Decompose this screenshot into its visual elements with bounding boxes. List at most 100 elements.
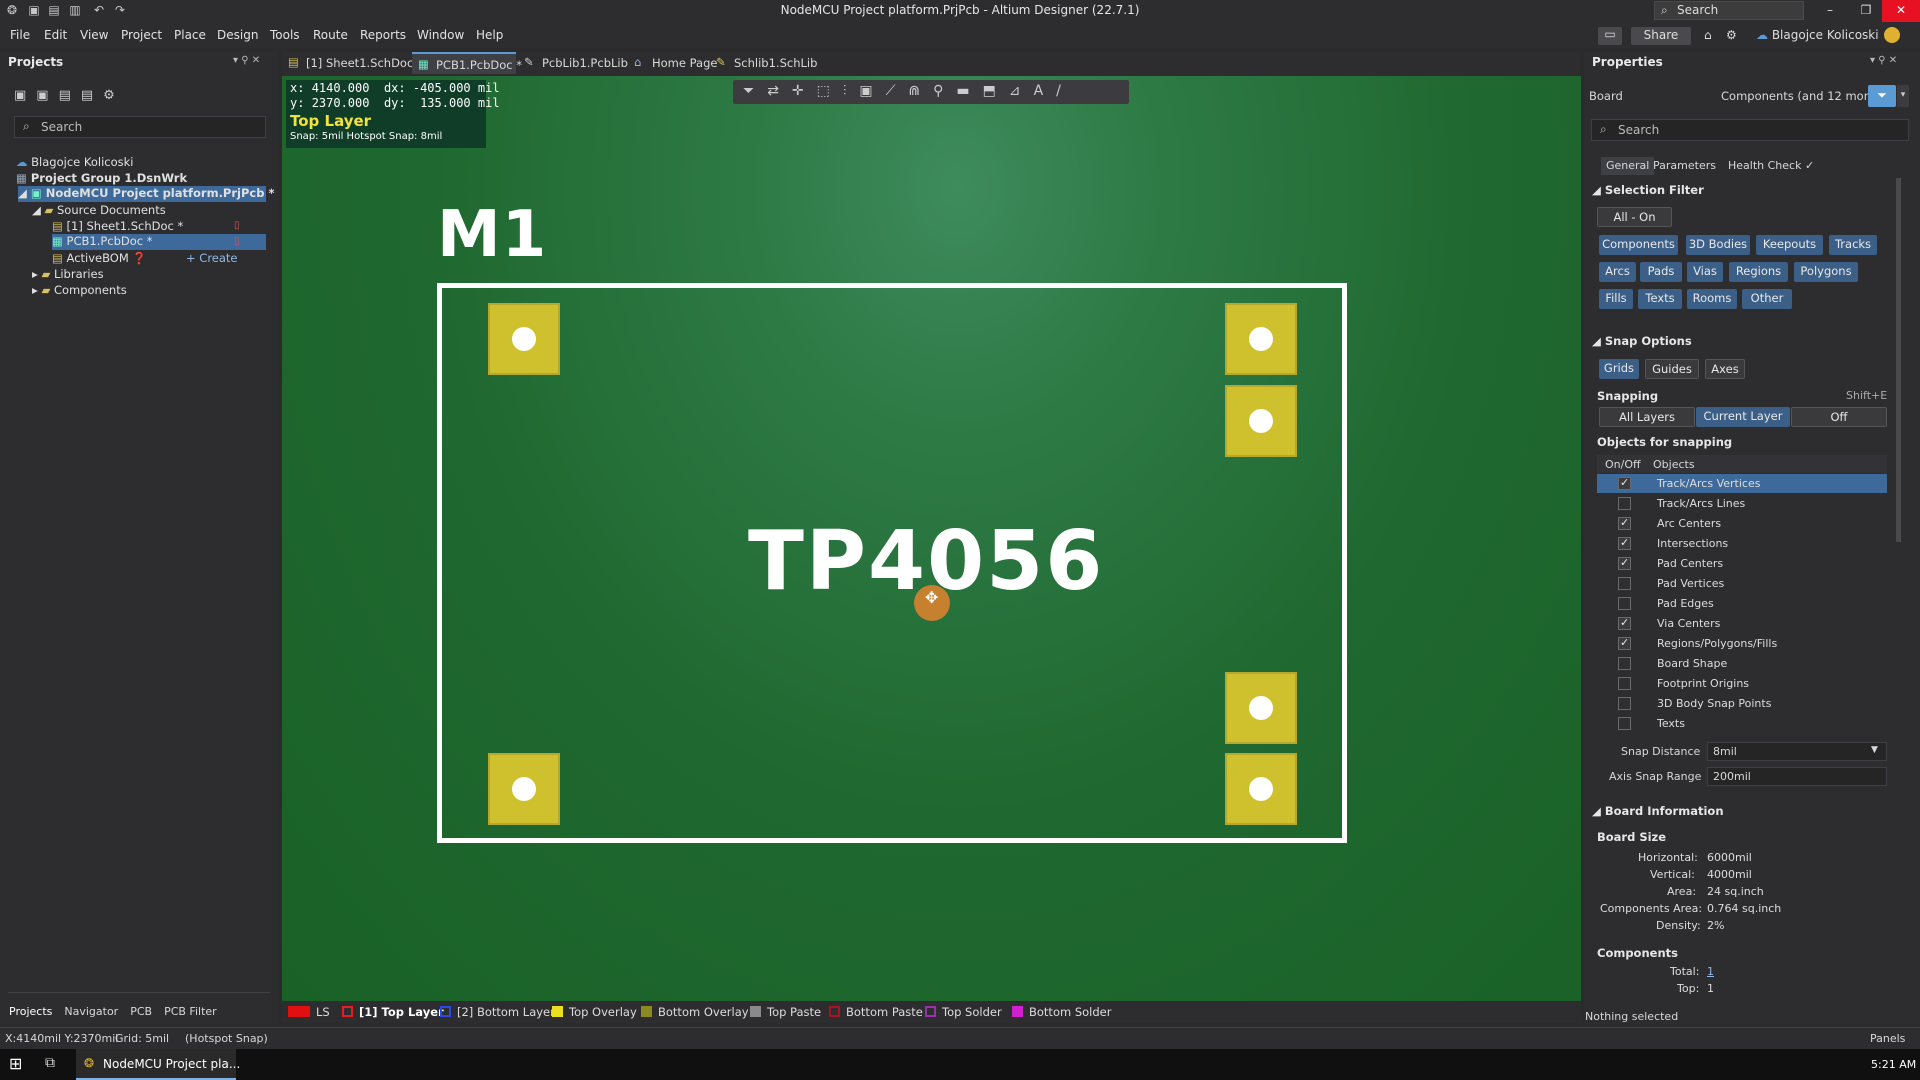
pcb-canvas[interactable]: x: 4140.000 dx: -405.000 mil y: 2370.000…: [282, 76, 1581, 1001]
layer-bottom[interactable]: [2] Bottom Layer: [440, 1005, 555, 1021]
snap-grids-button[interactable]: Grids: [1599, 359, 1639, 379]
snap-checkbox[interactable]: [1618, 637, 1631, 650]
tree-user[interactable]: ☁ Blagojce Kolicoski: [16, 155, 133, 169]
tab-health-check[interactable]: Health Check ✓: [1728, 159, 1814, 172]
user-account[interactable]: ☁ Blagojce Kolicoski: [1756, 28, 1879, 42]
snap-checkbox[interactable]: [1618, 537, 1631, 550]
tree-project-group[interactable]: ▦ Project Group 1.DsnWrk: [16, 171, 187, 185]
menu-window[interactable]: Window: [417, 28, 464, 42]
filter-texts-button[interactable]: Texts: [1638, 289, 1682, 309]
snap-checkbox[interactable]: [1618, 557, 1631, 570]
snap-object-row[interactable]: Intersections: [1597, 534, 1887, 553]
pad-6[interactable]: [1225, 753, 1297, 825]
snap-object-row[interactable]: Pad Vertices: [1597, 574, 1887, 593]
snap-object-row[interactable]: Track/Arcs Lines: [1597, 494, 1887, 513]
pad-3[interactable]: [1225, 385, 1297, 457]
layer-bottom-solder[interactable]: Bottom Solder: [1012, 1005, 1111, 1021]
panel-menu-icon[interactable]: ▾ ⚲ ✕: [1870, 55, 1897, 66]
create-bom-link[interactable]: + Create: [186, 251, 238, 265]
active-bar-toolbar[interactable]: ⏷⇄✛⬚⫶▣⟋⋒⚲▬⬒⊿A/: [733, 80, 1129, 104]
pad-2[interactable]: [1225, 303, 1297, 375]
filter-icon[interactable]: ⏷: [1868, 85, 1896, 107]
tree-activebom[interactable]: ▤ ActiveBOM ❓: [52, 251, 147, 265]
filter-rooms-button[interactable]: Rooms: [1687, 289, 1737, 309]
tab-pcb[interactable]: PCB: [130, 1005, 152, 1018]
filter-3d-bodies-button[interactable]: 3D Bodies: [1686, 235, 1750, 255]
tab-schlib[interactable]: ✎Schlib1.SchLib: [710, 52, 825, 74]
filter-polygons-button[interactable]: Polygons: [1794, 262, 1858, 282]
projects-search-input[interactable]: ⌕ Search: [14, 116, 266, 138]
tree-source-documents[interactable]: ◢ ▰ Source Documents: [32, 203, 166, 217]
chat-icon[interactable]: ▭: [1598, 27, 1622, 45]
close-button[interactable]: ✕: [1882, 0, 1920, 22]
snap-checkbox[interactable]: [1618, 497, 1631, 510]
snap-checkbox[interactable]: [1618, 677, 1631, 690]
panel-menu-icon[interactable]: ▾ ⚲ ✕: [233, 55, 260, 66]
menu-tools[interactable]: Tools: [270, 28, 300, 42]
snap-object-row[interactable]: Regions/Polygons/Fills: [1597, 634, 1887, 653]
tab-pcblib[interactable]: ✎PcbLib1.PcbLib: [518, 52, 636, 74]
snap-object-row[interactable]: 3D Body Snap Points: [1597, 694, 1887, 713]
layer-ls[interactable]: LS: [288, 1005, 330, 1021]
selection-filter-heading[interactable]: ◢ Selection Filter: [1592, 183, 1704, 197]
menu-file[interactable]: File: [10, 28, 30, 42]
designator-label[interactable]: M1: [437, 198, 547, 272]
snap-object-row[interactable]: Texts: [1597, 714, 1887, 733]
tree-project[interactable]: ◢ ▣ NodeMCU Project platform.PrjPcb *: [18, 186, 266, 202]
filter-pads-button[interactable]: Pads: [1640, 262, 1682, 282]
gear-icon[interactable]: ⚙: [1726, 28, 1737, 42]
menu-route[interactable]: Route: [313, 28, 348, 42]
tab-sheet1[interactable]: ▤[1] Sheet1.SchDoc *: [282, 52, 431, 74]
snap-axes-button[interactable]: Axes: [1705, 359, 1745, 379]
snap-current-layer-button[interactable]: Current Layer: [1696, 407, 1790, 427]
all-on-button[interactable]: All - On: [1597, 207, 1672, 227]
tree-components[interactable]: ▸ ▰ Components: [32, 283, 127, 297]
menu-view[interactable]: View: [80, 28, 108, 42]
menu-place[interactable]: Place: [174, 28, 206, 42]
maximize-button[interactable]: ❐: [1846, 0, 1886, 22]
filter-keepouts-button[interactable]: Keepouts: [1756, 235, 1823, 255]
tab-parameters[interactable]: Parameters: [1653, 159, 1716, 172]
snap-guides-button[interactable]: Guides: [1645, 359, 1699, 379]
tab-pcb1[interactable]: ▦PCB1.PcbDoc *: [412, 52, 516, 74]
snap-object-row[interactable]: Track/Arcs Vertices: [1597, 474, 1887, 493]
snap-distance-select[interactable]: 8mil▼: [1707, 742, 1887, 761]
layer-top-overlay[interactable]: Top Overlay: [552, 1005, 637, 1021]
menu-project[interactable]: Project: [121, 28, 162, 42]
snap-checkbox[interactable]: [1618, 697, 1631, 710]
total-value[interactable]: 1: [1707, 965, 1714, 978]
snap-object-row[interactable]: Board Shape: [1597, 654, 1887, 673]
snap-checkbox[interactable]: [1618, 717, 1631, 730]
home-icon[interactable]: ⌂: [1704, 28, 1712, 42]
filter-tracks-button[interactable]: Tracks: [1829, 235, 1877, 255]
menu-help[interactable]: Help: [476, 28, 503, 42]
filter-arcs-button[interactable]: Arcs: [1599, 262, 1636, 282]
filter-regions-button[interactable]: Regions: [1729, 262, 1788, 282]
axis-snap-input[interactable]: 200mil: [1707, 767, 1887, 786]
snap-checkbox[interactable]: [1618, 657, 1631, 670]
minimize-button[interactable]: –: [1810, 0, 1850, 22]
chevron-down-icon[interactable]: ▾: [1897, 85, 1909, 107]
snap-object-row[interactable]: Pad Centers: [1597, 554, 1887, 573]
snap-object-row[interactable]: Footprint Origins: [1597, 674, 1887, 693]
snap-off-button[interactable]: Off: [1791, 407, 1887, 427]
avatar[interactable]: [1884, 27, 1900, 43]
tree-libraries[interactable]: ▸ ▰ Libraries: [32, 267, 104, 281]
task-view-icon[interactable]: ⧉: [45, 1055, 55, 1071]
pad-1[interactable]: [488, 303, 560, 375]
snap-object-row[interactable]: Via Centers: [1597, 614, 1887, 633]
tab-navigator[interactable]: Navigator: [64, 1005, 118, 1018]
layer-top-paste[interactable]: Top Paste: [750, 1005, 821, 1021]
layer-bottom-paste[interactable]: Bottom Paste: [829, 1005, 923, 1021]
filter-vias-button[interactable]: Vias: [1687, 262, 1723, 282]
layer-top-solder[interactable]: Top Solder: [925, 1005, 1002, 1021]
snap-checkbox[interactable]: [1618, 577, 1631, 590]
snap-object-row[interactable]: Arc Centers: [1597, 514, 1887, 533]
windows-start-icon[interactable]: ⊞: [9, 1054, 22, 1073]
tree-sheet1[interactable]: ▤ [1] Sheet1.SchDoc *: [52, 219, 183, 233]
panels-button[interactable]: Panels: [1870, 1032, 1905, 1045]
filter-other-button[interactable]: Other: [1742, 289, 1792, 309]
snap-object-row[interactable]: Pad Edges: [1597, 594, 1887, 613]
filter-fills-button[interactable]: Fills: [1599, 289, 1633, 309]
properties-scrollbar[interactable]: [1896, 178, 1901, 542]
